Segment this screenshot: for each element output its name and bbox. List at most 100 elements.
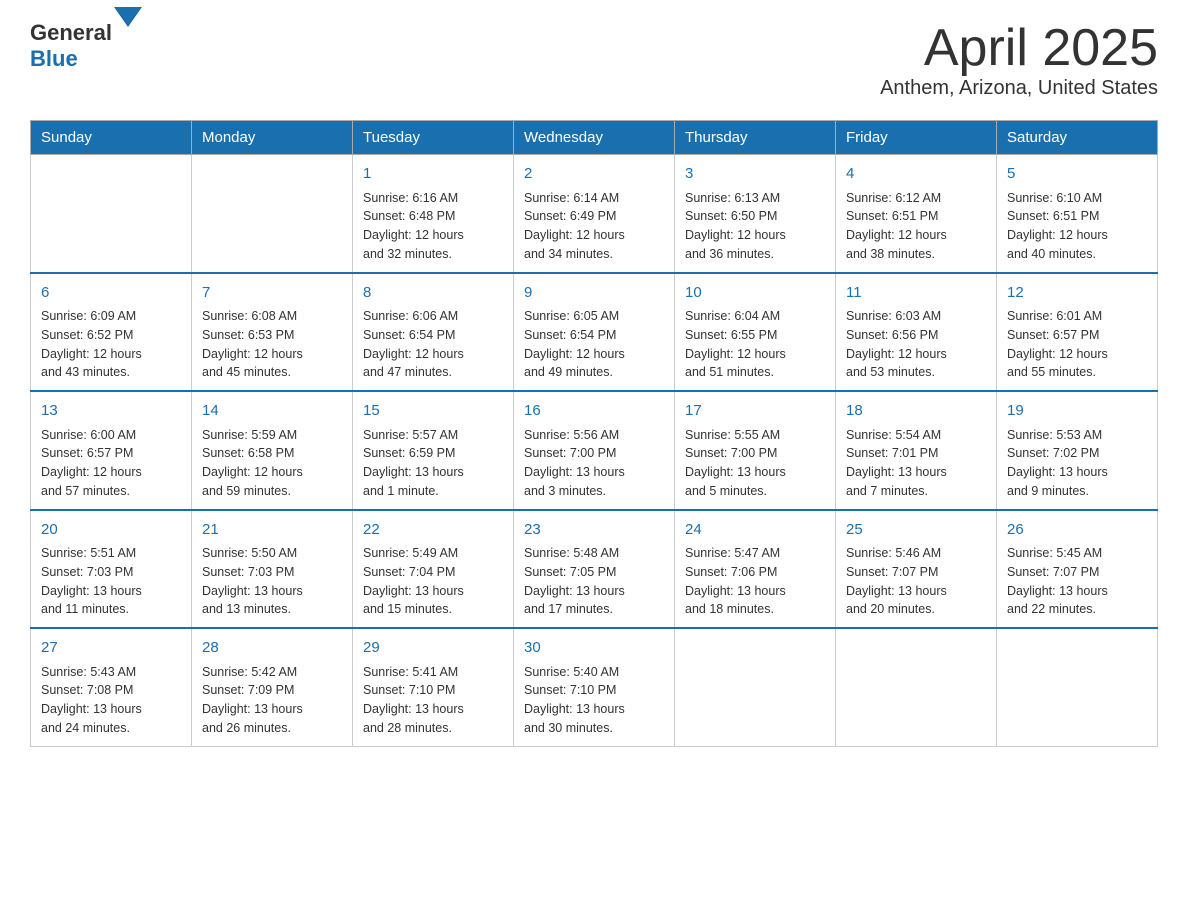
calendar-cell: 11Sunrise: 6:03 AM Sunset: 6:56 PM Dayli…	[836, 273, 997, 392]
calendar-header-thursday: Thursday	[675, 121, 836, 155]
day-number: 7	[202, 282, 342, 305]
day-number: 1	[363, 163, 503, 186]
day-number: 25	[846, 519, 986, 542]
calendar-cell: 25Sunrise: 5:46 AM Sunset: 7:07 PM Dayli…	[836, 510, 997, 629]
calendar-header-tuesday: Tuesday	[353, 121, 514, 155]
day-info: Sunrise: 6:16 AM Sunset: 6:48 PM Dayligh…	[363, 189, 503, 264]
calendar-cell: 23Sunrise: 5:48 AM Sunset: 7:05 PM Dayli…	[514, 510, 675, 629]
calendar-header-saturday: Saturday	[997, 121, 1158, 155]
day-info: Sunrise: 5:50 AM Sunset: 7:03 PM Dayligh…	[202, 544, 342, 619]
day-number: 18	[846, 400, 986, 423]
day-info: Sunrise: 6:12 AM Sunset: 6:51 PM Dayligh…	[846, 189, 986, 264]
calendar-cell: 2 Sunrise: 6:14 AM Sunset: 6:49 PM Daylig…	[514, 155, 675, 273]
day-number: 6	[41, 282, 181, 305]
day-info: Sunrise: 5:40 AM Sunset: 7:10 PM Dayligh…	[524, 663, 664, 738]
day-info: Sunrise: 5:43 AM Sunset: 7:08 PM Dayligh…	[41, 663, 181, 738]
day-info: Sunrise: 5:48 AM Sunset: 7:05 PM Dayligh…	[524, 544, 664, 619]
week-row-5: 27 Sunrise: 5:43 AM Sunset: 7:08 PM Dayli…	[31, 628, 1158, 746]
calendar-cell: 18 Sunrise: 5:54 AM Sunset: 7:01 PM Dayli…	[836, 391, 997, 510]
logo-text-general: General	[30, 20, 112, 45]
calendar-cell: 27 Sunrise: 5:43 AM Sunset: 7:08 PM Dayli…	[31, 628, 192, 746]
day-info: Sunrise: 5:57 AM Sunset: 6:59 PM Dayligh…	[363, 426, 503, 501]
day-info: Sunrise: 5:49 AM Sunset: 7:04 PM Dayligh…	[363, 544, 503, 619]
day-info: Sunrise: 6:13 AM Sunset: 6:50 PM Dayligh…	[685, 189, 825, 264]
day-info: Sunrise: 5:53 AM Sunset: 7:02 PM Dayligh…	[1007, 426, 1147, 501]
calendar-header-friday: Friday	[836, 121, 997, 155]
day-number: 9	[524, 282, 664, 305]
day-info: Sunrise: 5:51 AM Sunset: 7:03 PM Dayligh…	[41, 544, 181, 619]
day-info: Sunrise: 5:42 AM Sunset: 7:09 PM Dayligh…	[202, 663, 342, 738]
calendar-cell: 12Sunrise: 6:01 AM Sunset: 6:57 PM Dayli…	[997, 273, 1158, 392]
day-info: Sunrise: 5:47 AM Sunset: 7:06 PM Dayligh…	[685, 544, 825, 619]
day-info: Sunrise: 5:54 AM Sunset: 7:01 PM Dayligh…	[846, 426, 986, 501]
calendar-cell: 10Sunrise: 6:04 AM Sunset: 6:55 PM Dayli…	[675, 273, 836, 392]
day-info: Sunrise: 6:05 AM Sunset: 6:54 PM Dayligh…	[524, 307, 664, 382]
day-info: Sunrise: 5:59 AM Sunset: 6:58 PM Dayligh…	[202, 426, 342, 501]
day-number: 10	[685, 282, 825, 305]
calendar-cell: 14 Sunrise: 5:59 AM Sunset: 6:58 PM Dayli…	[192, 391, 353, 510]
calendar-header-row: SundayMondayTuesdayWednesdayThursdayFrid…	[31, 121, 1158, 155]
calendar-header-sunday: Sunday	[31, 121, 192, 155]
day-info: Sunrise: 6:06 AM Sunset: 6:54 PM Dayligh…	[363, 307, 503, 382]
calendar-cell: 29 Sunrise: 5:41 AM Sunset: 7:10 PM Dayli…	[353, 628, 514, 746]
calendar-cell: 9Sunrise: 6:05 AM Sunset: 6:54 PM Daylig…	[514, 273, 675, 392]
day-info: Sunrise: 6:08 AM Sunset: 6:53 PM Dayligh…	[202, 307, 342, 382]
calendar-cell: 22Sunrise: 5:49 AM Sunset: 7:04 PM Dayli…	[353, 510, 514, 629]
day-number: 24	[685, 519, 825, 542]
calendar-header-wednesday: Wednesday	[514, 121, 675, 155]
day-info: Sunrise: 6:14 AM Sunset: 6:49 PM Dayligh…	[524, 189, 664, 264]
calendar-cell: 16Sunrise: 5:56 AM Sunset: 7:00 PM Dayli…	[514, 391, 675, 510]
day-number: 19	[1007, 400, 1147, 423]
calendar-cell: 4Sunrise: 6:12 AM Sunset: 6:51 PM Daylig…	[836, 155, 997, 273]
day-info: Sunrise: 6:09 AM Sunset: 6:52 PM Dayligh…	[41, 307, 181, 382]
title-area: April 2025 Anthem, Arizona, United State…	[880, 20, 1158, 100]
week-row-3: 13Sunrise: 6:00 AM Sunset: 6:57 PM Dayli…	[31, 391, 1158, 510]
day-number: 27	[41, 637, 181, 660]
day-info: Sunrise: 6:10 AM Sunset: 6:51 PM Dayligh…	[1007, 189, 1147, 264]
calendar-cell: 30Sunrise: 5:40 AM Sunset: 7:10 PM Dayli…	[514, 628, 675, 746]
calendar-cell	[836, 628, 997, 746]
calendar-cell: 1 Sunrise: 6:16 AM Sunset: 6:48 PM Daylig…	[353, 155, 514, 273]
week-row-1: 1 Sunrise: 6:16 AM Sunset: 6:48 PM Daylig…	[31, 155, 1158, 273]
day-info: Sunrise: 5:45 AM Sunset: 7:07 PM Dayligh…	[1007, 544, 1147, 619]
logo-text-blue: Blue	[30, 46, 78, 71]
day-number: 26	[1007, 519, 1147, 542]
location-subtitle: Anthem, Arizona, United States	[880, 77, 1158, 100]
day-info: Sunrise: 5:55 AM Sunset: 7:00 PM Dayligh…	[685, 426, 825, 501]
day-number: 3	[685, 163, 825, 186]
page-header: General Blue April 2025 Anthem, Arizona,…	[30, 20, 1158, 100]
day-number: 12	[1007, 282, 1147, 305]
day-info: Sunrise: 6:04 AM Sunset: 6:55 PM Dayligh…	[685, 307, 825, 382]
calendar-cell: 21Sunrise: 5:50 AM Sunset: 7:03 PM Dayli…	[192, 510, 353, 629]
calendar-cell	[31, 155, 192, 273]
day-number: 23	[524, 519, 664, 542]
calendar-cell: 3 Sunrise: 6:13 AM Sunset: 6:50 PM Daylig…	[675, 155, 836, 273]
day-info: Sunrise: 6:00 AM Sunset: 6:57 PM Dayligh…	[41, 426, 181, 501]
day-number: 5	[1007, 163, 1147, 186]
day-info: Sunrise: 5:41 AM Sunset: 7:10 PM Dayligh…	[363, 663, 503, 738]
calendar-cell: 20Sunrise: 5:51 AM Sunset: 7:03 PM Dayli…	[31, 510, 192, 629]
day-number: 21	[202, 519, 342, 542]
calendar-cell: 13Sunrise: 6:00 AM Sunset: 6:57 PM Dayli…	[31, 391, 192, 510]
day-number: 11	[846, 282, 986, 305]
logo-triangle-icon	[114, 7, 142, 44]
day-number: 2	[524, 163, 664, 186]
week-row-4: 20Sunrise: 5:51 AM Sunset: 7:03 PM Dayli…	[31, 510, 1158, 629]
day-number: 22	[363, 519, 503, 542]
day-info: Sunrise: 6:01 AM Sunset: 6:57 PM Dayligh…	[1007, 307, 1147, 382]
logo: General Blue	[30, 20, 142, 72]
day-number: 14	[202, 400, 342, 423]
day-number: 29	[363, 637, 503, 660]
week-row-2: 6Sunrise: 6:09 AM Sunset: 6:52 PM Daylig…	[31, 273, 1158, 392]
calendar-cell: 26Sunrise: 5:45 AM Sunset: 7:07 PM Dayli…	[997, 510, 1158, 629]
calendar-cell: 8Sunrise: 6:06 AM Sunset: 6:54 PM Daylig…	[353, 273, 514, 392]
calendar-cell: 5 Sunrise: 6:10 AM Sunset: 6:51 PM Daylig…	[997, 155, 1158, 273]
calendar-header-monday: Monday	[192, 121, 353, 155]
month-title: April 2025	[880, 20, 1158, 77]
day-number: 17	[685, 400, 825, 423]
calendar-cell: 28Sunrise: 5:42 AM Sunset: 7:09 PM Dayli…	[192, 628, 353, 746]
day-number: 16	[524, 400, 664, 423]
calendar-cell	[997, 628, 1158, 746]
calendar-cell	[192, 155, 353, 273]
calendar-cell: 24Sunrise: 5:47 AM Sunset: 7:06 PM Dayli…	[675, 510, 836, 629]
